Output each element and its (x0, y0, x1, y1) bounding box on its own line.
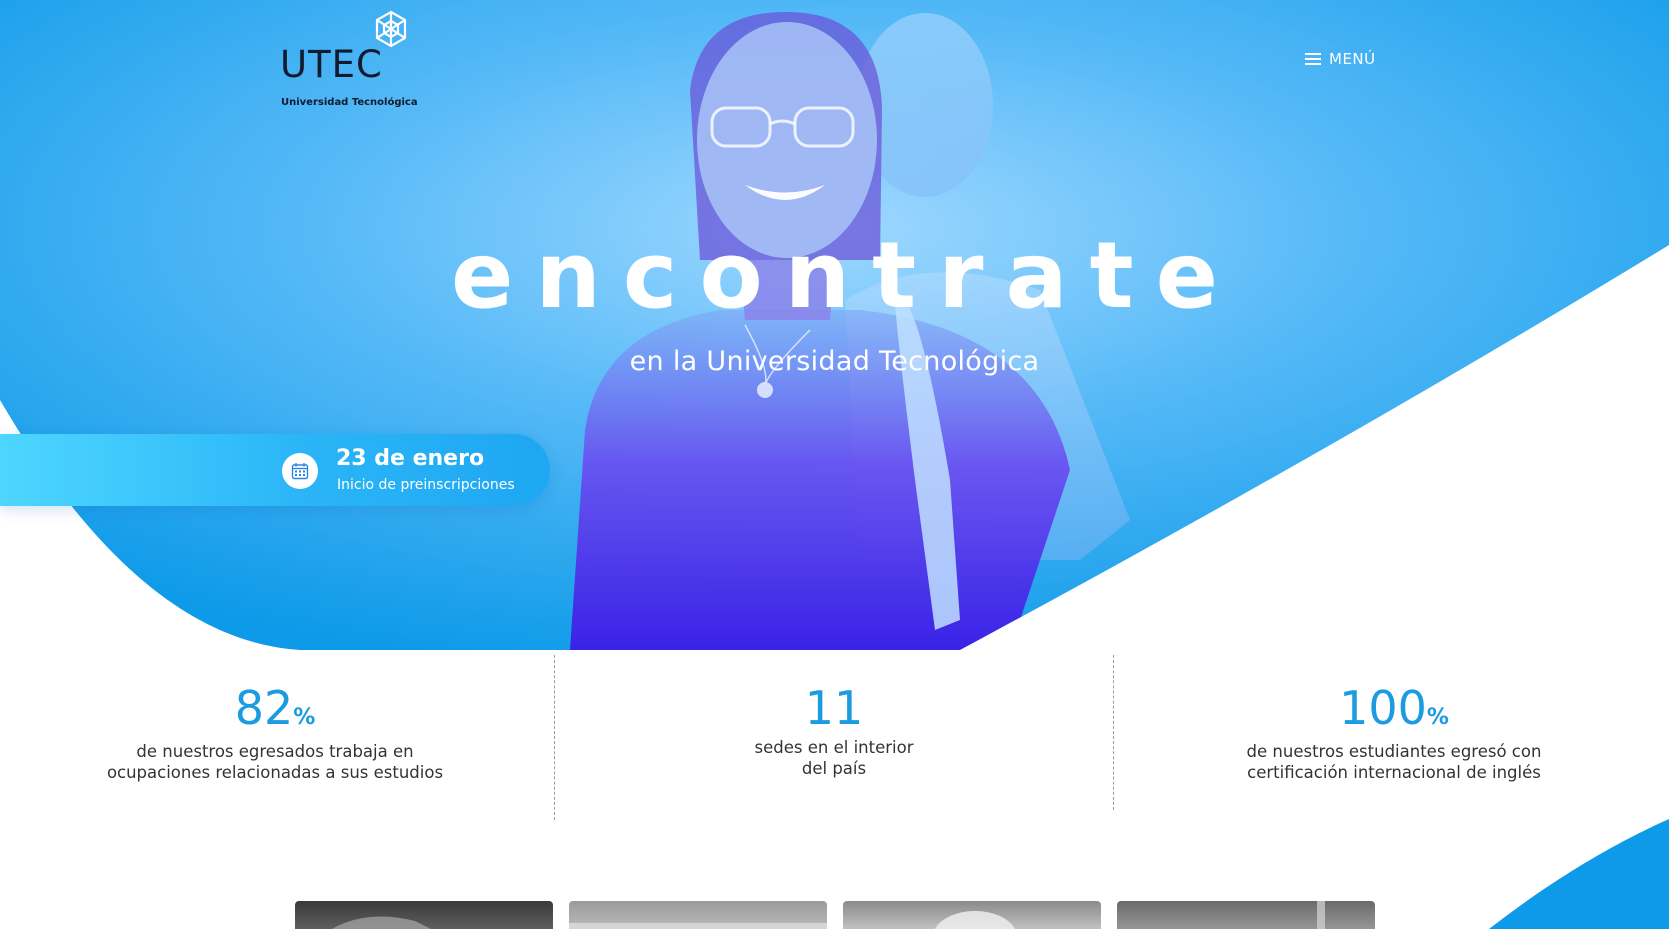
hero-section: UTEC Universidad Tecnológica MENÚ encont… (0, 0, 1669, 650)
logo-wordmark: UTEC (280, 43, 383, 86)
hero-headline: encontrate (451, 222, 1240, 329)
stat-value: 100% (1339, 681, 1449, 735)
thumbnail-card[interactable] (1117, 901, 1375, 929)
menu-button[interactable]: MENÚ (1305, 48, 1376, 70)
event-description: Inicio de preinscripciones (337, 477, 515, 493)
stats-divider (1113, 655, 1114, 810)
stat-value: 82% (234, 681, 316, 735)
stat-interior-campuses: 11 sedes en el interior del país (674, 685, 994, 779)
thumbnail-image (1317, 901, 1325, 929)
thumbnail-image (331, 916, 431, 929)
menu-label: MENÚ (1329, 50, 1376, 68)
thumbnail-card[interactable] (843, 901, 1101, 929)
hero-subheadline: en la Universidad Tecnológica (629, 346, 1040, 377)
stats-divider (554, 655, 555, 820)
calendar-icon (282, 453, 318, 489)
preinscription-date-banner[interactable]: 23 de enero Inicio de preinscripciones (0, 434, 550, 506)
stat-description: de nuestros egresados trabaja en ocupaci… (106, 742, 444, 782)
logo-subtitle: Universidad Tecnológica (281, 97, 418, 108)
decorative-corner-shape (1489, 819, 1669, 929)
stat-description: sedes en el interior del país (754, 738, 914, 778)
stat-english-certification: 100% de nuestros estudiantes egresó con … (1214, 685, 1574, 783)
hamburger-icon (1305, 52, 1321, 66)
stat-value: 11 (804, 681, 864, 735)
event-date: 23 de enero (336, 446, 485, 471)
thumbnail-image (935, 911, 1015, 929)
utec-logo[interactable]: UTEC Universidad Tecnológica (280, 10, 420, 108)
thumbnail-card[interactable] (295, 901, 553, 929)
thumbnail-card[interactable] (569, 901, 827, 929)
thumbnail-image (569, 923, 827, 929)
stat-description: de nuestros estudiantes egresó con certi… (1246, 742, 1542, 782)
stat-graduates-employed: 82% de nuestros egresados trabaja en ocu… (95, 685, 455, 783)
